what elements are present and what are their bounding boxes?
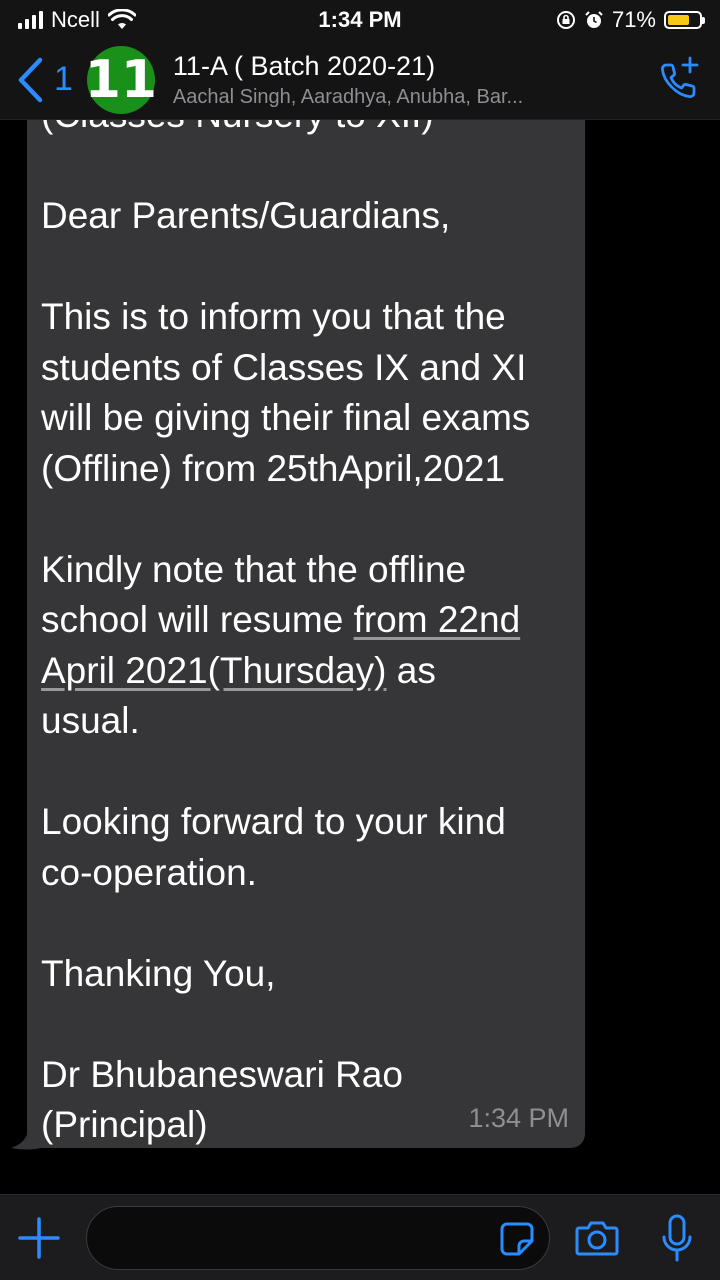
chat-info[interactable]: 11-A ( Batch 2020-21) Aachal Singh, Aara… [173, 51, 644, 109]
status-bar: Ncell 1:34 PM 71% [0, 0, 720, 40]
message-closing: Thanking You, [41, 952, 276, 994]
chat-screen: Ncell 1:34 PM 71% 1 11 11-A (Batch 2020… [0, 0, 720, 1280]
message-input[interactable] [107, 1222, 489, 1253]
message-text: school will resume [41, 599, 354, 640]
battery-percent: 71% [611, 7, 656, 32]
message-line: will be giving their final exams [41, 397, 531, 438]
message-line: (Classes Nursery to XII) [41, 120, 569, 141]
message-line: This is to inform you that the [41, 296, 506, 337]
alarm-icon [585, 11, 603, 28]
camera-icon[interactable] [574, 1215, 620, 1261]
message-line: Kindly note that the offline [41, 548, 467, 590]
battery-icon [664, 11, 705, 29]
microphone-icon[interactable] [660, 1213, 694, 1263]
composer-bar [0, 1194, 720, 1280]
message-timestamp: 1:34 PM [468, 1103, 569, 1133]
add-call-icon[interactable] [654, 55, 704, 105]
message-line: April 2021(Thursday) as [41, 646, 569, 697]
message-line: Looking forward to your kind [41, 801, 506, 842]
sticker-icon[interactable] [499, 1221, 535, 1257]
chat-participants: Aachal Singh, Aaradhya, Anubha, Bar... [172, 85, 524, 108]
message-line: co-operation. [41, 851, 257, 893]
message-bubble[interactable]: (Classes Nursery to XII) Dear Parents/Gu… [27, 120, 585, 1148]
back-button[interactable]: 1 [16, 57, 73, 103]
chevron-left-icon [18, 57, 43, 102]
plus-icon[interactable] [14, 1213, 64, 1263]
date-link[interactable]: April 2021(Thursday) [41, 650, 386, 691]
orientation-lock-icon [556, 11, 575, 29]
group-avatar[interactable]: 11 [85, 45, 157, 114]
message-input-container[interactable] [86, 1205, 550, 1270]
message-line: students of Classes IX and XI [41, 346, 527, 388]
chat-title: 11-A ( Batch 2020-21) [172, 50, 436, 81]
status-right: 71% [556, 7, 705, 33]
date-link[interactable]: from 22nd [354, 599, 521, 640]
message-greeting: Dear Parents/Guardians, [41, 195, 451, 236]
signal-icon [18, 11, 43, 29]
message-line: usual. [41, 700, 140, 741]
chat-header: 1 11 11-A ( Batch 2020-21) Aachal Singh,… [0, 40, 720, 120]
signature-name: Dr Bhubaneswari Rao [41, 1053, 403, 1095]
unread-count: 1 [54, 60, 73, 98]
message-line: school will resume from 22nd [41, 595, 569, 646]
message-line: (Offline) from 25thApril,2021 [41, 447, 506, 489]
message-list[interactable]: (Classes Nursery to XII) Dear Parents/Gu… [0, 120, 720, 1194]
status-left: Ncell [18, 7, 136, 33]
bubble-tail [11, 1124, 41, 1150]
wifi-icon [107, 9, 136, 29]
message-text: as [386, 649, 436, 691]
carrier-name: Ncell [51, 7, 100, 32]
battery-level [668, 15, 690, 25]
